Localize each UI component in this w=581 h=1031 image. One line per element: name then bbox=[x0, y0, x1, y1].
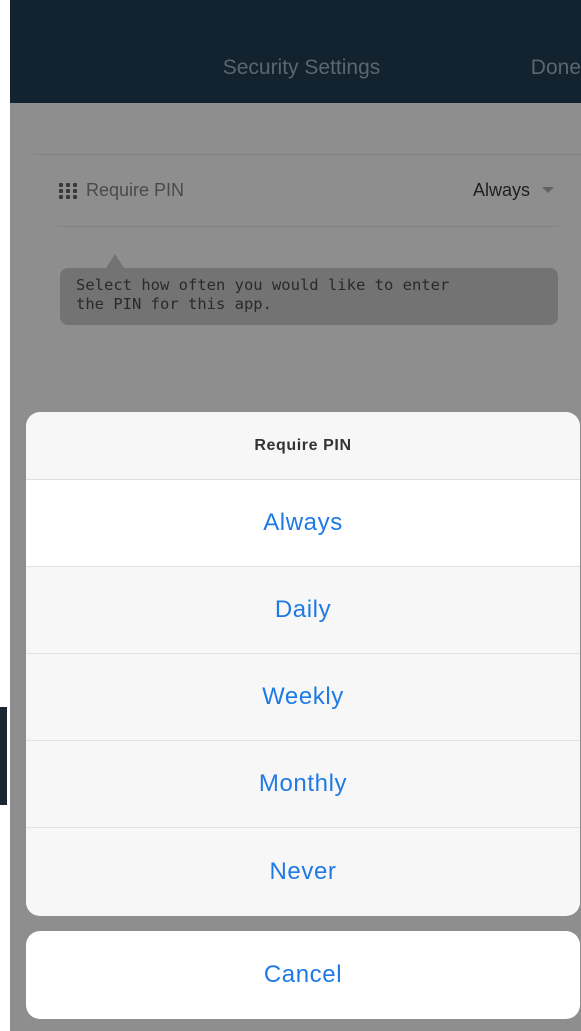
option-weekly[interactable]: Weekly bbox=[26, 654, 580, 741]
tooltip-arrow bbox=[106, 254, 124, 268]
require-pin-row[interactable]: Require PIN Always bbox=[48, 168, 558, 218]
done-button[interactable]: Done bbox=[531, 56, 581, 80]
screen: Security Settings Done Require PIN Alway… bbox=[0, 0, 581, 1031]
option-always[interactable]: Always bbox=[26, 480, 580, 567]
grid-icon bbox=[59, 183, 77, 199]
separator-top bbox=[34, 154, 581, 155]
nav-title: Security Settings bbox=[222, 56, 381, 79]
option-monthly[interactable]: Monthly bbox=[26, 741, 580, 828]
option-never[interactable]: Never bbox=[26, 828, 580, 915]
chevron-down-icon[interactable] bbox=[542, 187, 554, 193]
option-daily[interactable]: Daily bbox=[26, 567, 580, 654]
left-edge-mark bbox=[0, 707, 7, 805]
require-pin-label: Require PIN bbox=[86, 180, 185, 200]
action-sheet-title: Require PIN bbox=[26, 412, 580, 480]
separator-row bbox=[58, 226, 558, 227]
left-edge-strip bbox=[0, 0, 10, 1031]
tooltip-line-2: the PIN for this app. bbox=[76, 295, 272, 313]
cancel-button[interactable]: Cancel bbox=[26, 931, 580, 1019]
navigation-bar: Security Settings Done bbox=[10, 0, 581, 103]
tooltip-line-1: Select how often you would like to enter bbox=[76, 276, 450, 294]
action-sheet: Require PIN Always Daily Weekly Monthly … bbox=[26, 412, 580, 916]
help-tooltip: Select how often you would like to enter… bbox=[60, 268, 558, 325]
require-pin-value[interactable]: Always bbox=[473, 180, 530, 201]
